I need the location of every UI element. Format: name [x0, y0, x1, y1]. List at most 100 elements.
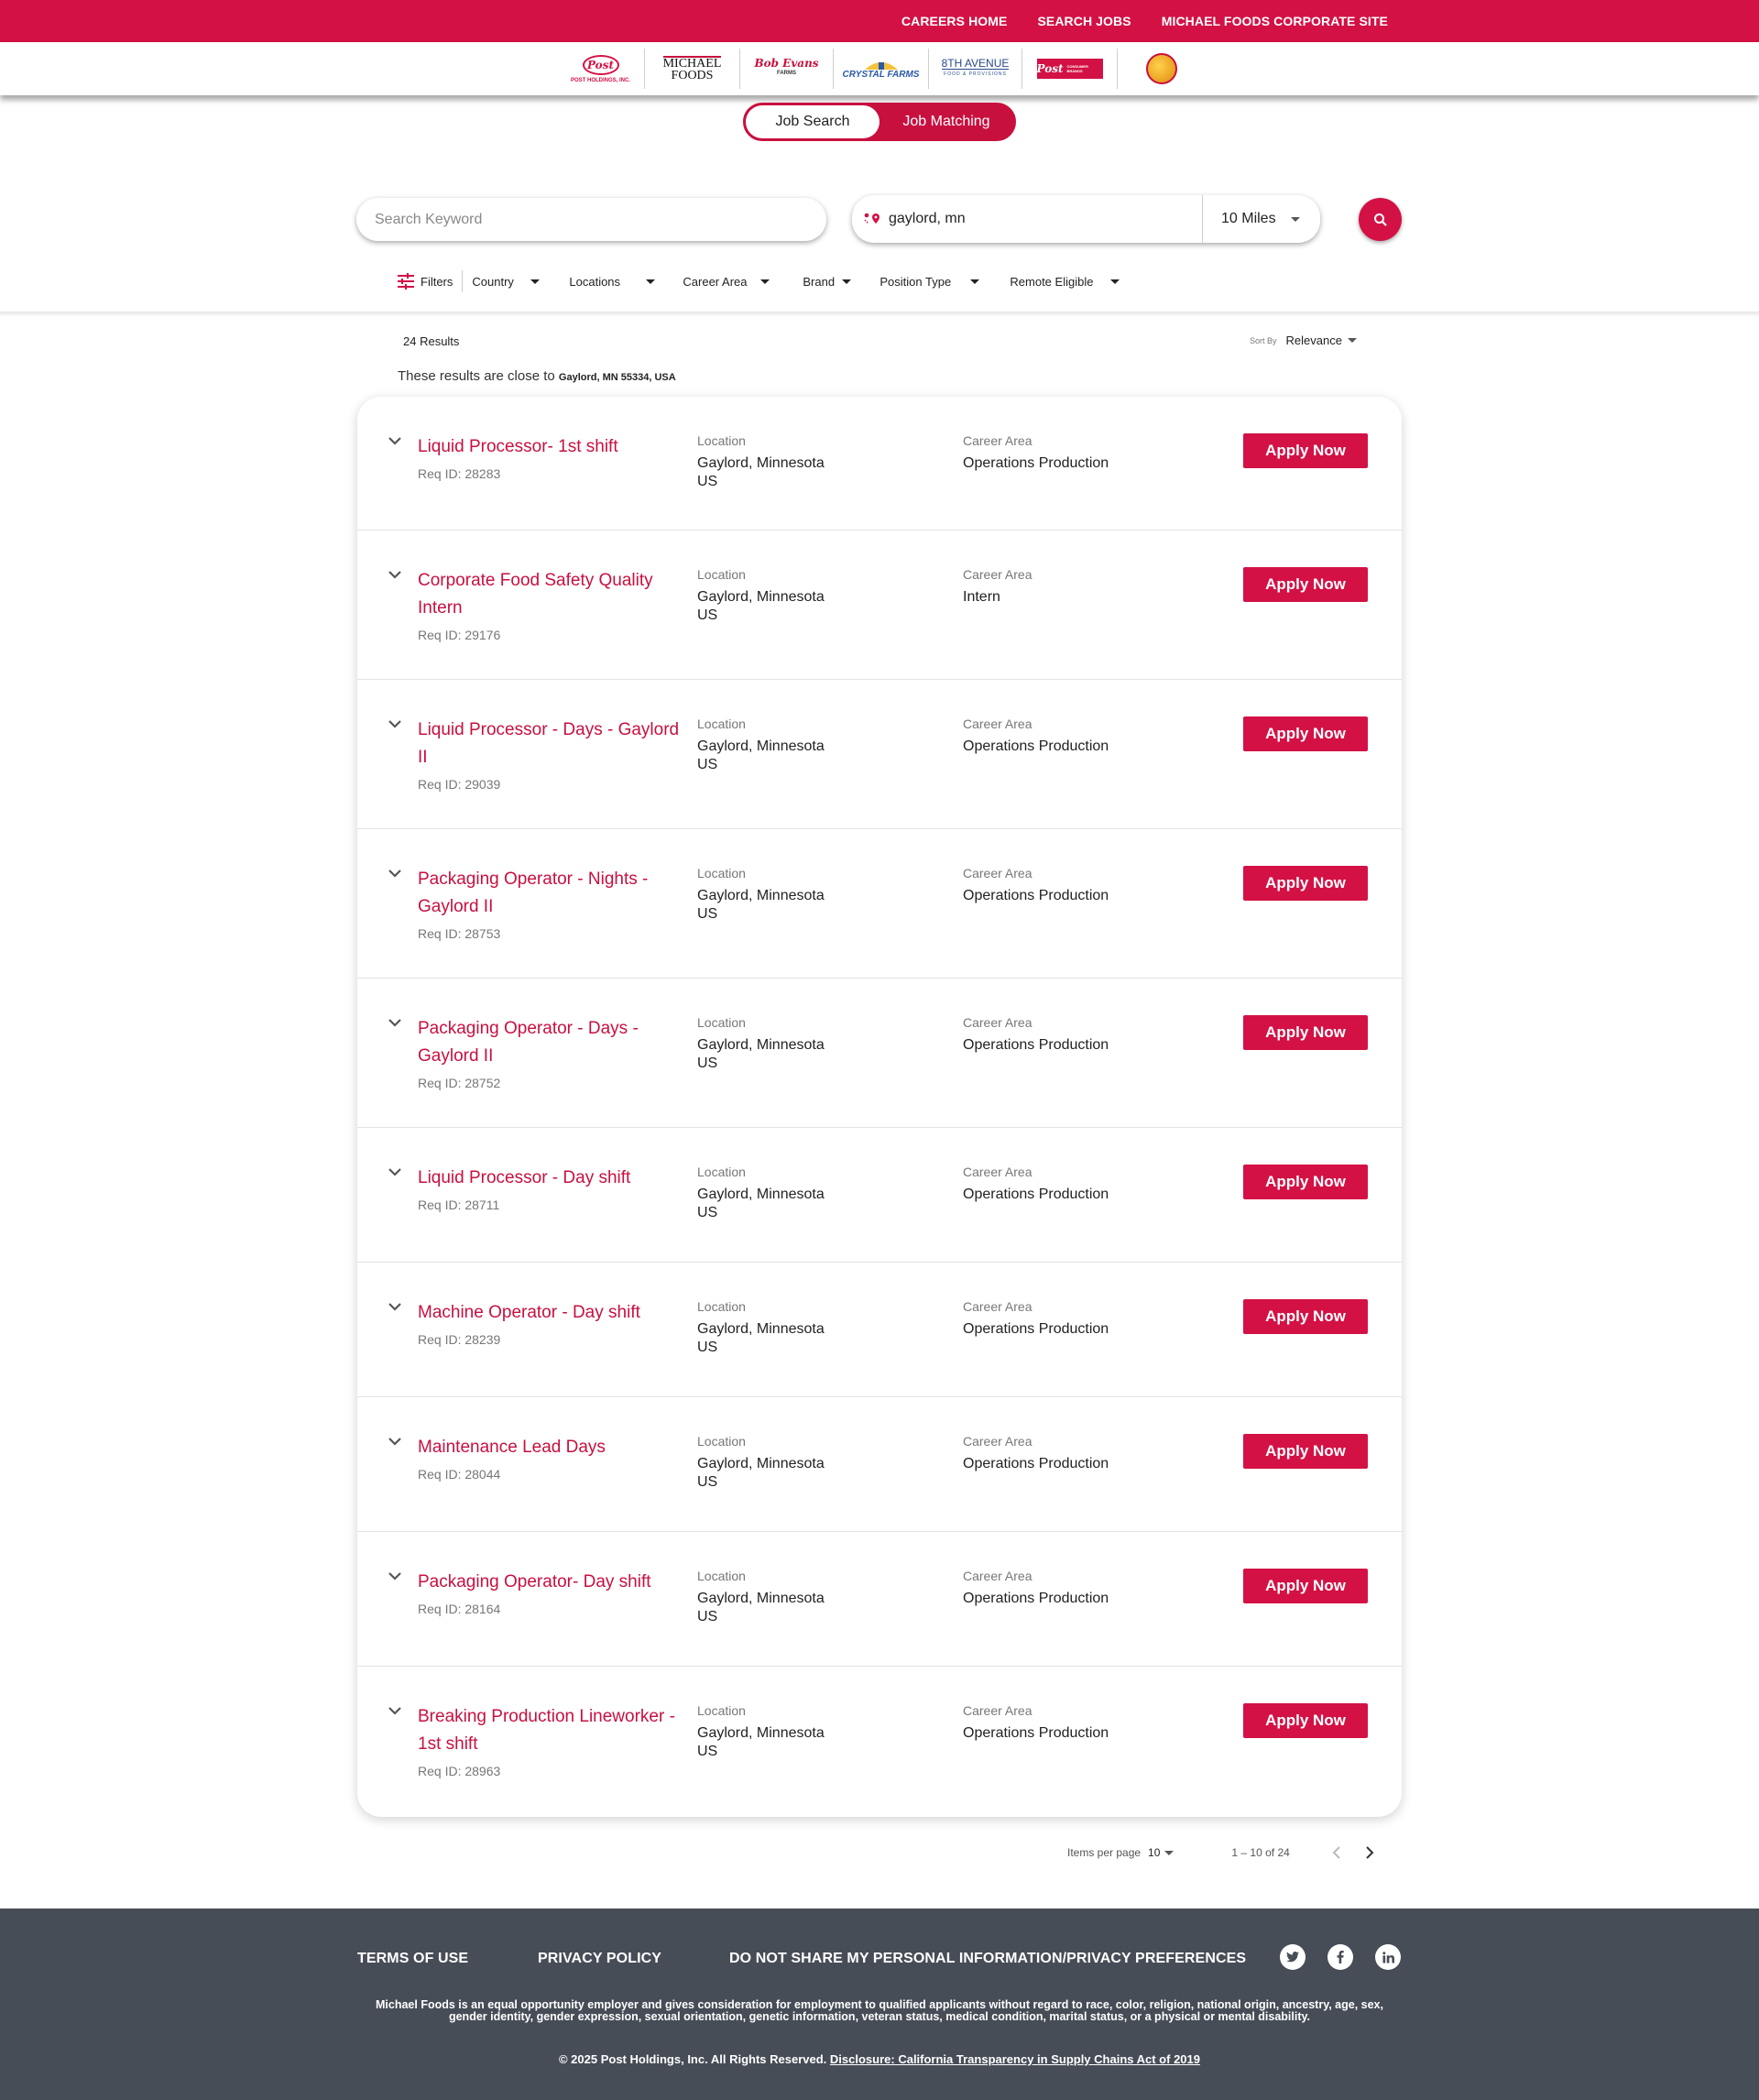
job-country: US: [697, 474, 718, 489]
job-country: US: [697, 607, 718, 623]
linkedin-icon[interactable]: [1375, 1944, 1401, 1970]
job-list: Liquid Processor- 1st shift Req ID: 2828…: [357, 397, 1402, 1817]
brand-8th-avenue-logo[interactable]: 8TH AVENUE FOOD & PROVISIONS: [929, 49, 1022, 89]
items-per-page-select[interactable]: Items per page 10: [1067, 1846, 1174, 1859]
chevron-down-icon[interactable]: [388, 567, 402, 582]
previous-page-icon[interactable]: [1330, 1845, 1343, 1860]
keyword-input[interactable]: [375, 211, 826, 228]
brand-post-consumer-logo[interactable]: Post CONSUMER BRANDS: [1022, 49, 1118, 89]
tab-job-matching[interactable]: Job Matching: [880, 105, 1013, 138]
brand-round-logo[interactable]: [1118, 49, 1206, 89]
sort-select[interactable]: Sort By Relevance: [1250, 334, 1357, 347]
tab-job-search[interactable]: Job Search: [746, 105, 880, 138]
top-nav-bar: CAREERS HOME SEARCH JOBS MICHAEL FOODS C…: [0, 0, 1759, 42]
copyright-text: © 2025 Post Holdings, Inc. All Rights Re…: [558, 2052, 827, 2066]
search-button[interactable]: [1359, 198, 1402, 241]
radius-select[interactable]: 10 Miles: [1203, 211, 1320, 227]
job-req-id: Req ID: 28283: [418, 466, 501, 481]
filter-remote-eligible[interactable]: Remote Eligible: [1010, 270, 1129, 292]
footer: TERMS OF USE PRIVACY POLICY DO NOT SHARE…: [0, 1909, 1759, 2100]
chevron-down-icon[interactable]: [388, 1299, 402, 1314]
apply-now-button[interactable]: Apply Now: [1243, 1569, 1368, 1603]
chevron-down-icon: [842, 279, 852, 284]
job-career-area: Operations Production: [963, 738, 1109, 754]
footer-do-not-share-link[interactable]: DO NOT SHARE MY PERSONAL INFORMATION/PRI…: [729, 1951, 1246, 1967]
brand-crystal-farms-logo[interactable]: CRYSTAL FARMS: [834, 49, 929, 89]
location-label: Location: [697, 1569, 746, 1583]
job-title[interactable]: Packaging Operator - Days - Gaylord II: [418, 1015, 683, 1070]
location-label: Location: [697, 567, 746, 582]
job-location: Gaylord, Minnesota: [697, 738, 825, 754]
job-career-area: Intern: [963, 589, 1000, 605]
apply-now-button[interactable]: Apply Now: [1243, 567, 1368, 602]
job-country: US: [697, 1474, 718, 1490]
nav-corporate-site[interactable]: MICHAEL FOODS CORPORATE SITE: [1162, 14, 1388, 28]
location-input[interactable]: [889, 211, 1164, 227]
footer-privacy-link[interactable]: PRIVACY POLICY: [538, 1951, 729, 1967]
keyword-search-box: [356, 198, 826, 241]
filter-brand-label: Brand: [803, 274, 836, 289]
location-search-box: 10 Miles: [852, 195, 1320, 243]
location-label: Location: [697, 716, 746, 731]
chevron-down-icon[interactable]: [388, 716, 402, 731]
career-area-label: Career Area: [963, 567, 1032, 582]
chevron-down-icon[interactable]: [388, 1015, 402, 1030]
job-title[interactable]: Liquid Processor - Day shift: [418, 1165, 683, 1192]
apply-now-button[interactable]: Apply Now: [1243, 1165, 1368, 1199]
apply-now-button[interactable]: Apply Now: [1243, 1434, 1368, 1469]
filter-position-type[interactable]: Position Type: [880, 270, 1010, 292]
nav-careers-home[interactable]: CAREERS HOME: [901, 14, 1008, 28]
filters-button[interactable]: Filters: [397, 270, 464, 292]
job-title[interactable]: Liquid Processor - Days - Gaylord II: [418, 716, 683, 771]
job-country: US: [697, 1340, 718, 1355]
facebook-icon[interactable]: [1327, 1944, 1353, 1970]
job-title[interactable]: Liquid Processor- 1st shift: [418, 433, 683, 461]
eeo-statement: Michael Foods is an equal opportunity em…: [376, 1998, 1383, 2023]
filter-bar: Filters Country Locations Career Area Br…: [397, 268, 1129, 294]
results-proximity-note: These results are close to Gaylord, MN 5…: [398, 368, 676, 384]
apply-now-button[interactable]: Apply Now: [1243, 1703, 1368, 1738]
disclosure-link[interactable]: Disclosure: California Transparency in S…: [830, 2052, 1200, 2066]
apply-now-button[interactable]: Apply Now: [1243, 716, 1368, 751]
job-title[interactable]: Packaging Operator - Nights - Gaylord II: [418, 866, 683, 921]
brand-post-holdings-logo[interactable]: Post POST HOLDINGS, INC.: [557, 49, 645, 89]
job-title[interactable]: Maintenance Lead Days: [418, 1434, 683, 1461]
twitter-icon[interactable]: [1280, 1944, 1306, 1970]
radius-value: 10 Miles: [1221, 211, 1276, 226]
job-country: US: [697, 757, 718, 772]
apply-now-button[interactable]: Apply Now: [1243, 1299, 1368, 1334]
apply-now-button[interactable]: Apply Now: [1243, 866, 1368, 901]
location-label: Location: [697, 1434, 746, 1449]
chevron-down-icon[interactable]: [388, 1569, 402, 1583]
next-page-icon[interactable]: [1363, 1845, 1376, 1860]
job-req-id: Req ID: 28044: [418, 1467, 501, 1482]
career-area-label: Career Area: [963, 1165, 1032, 1179]
career-area-label: Career Area: [963, 716, 1032, 731]
nav-search-jobs[interactable]: SEARCH JOBS: [1037, 14, 1131, 28]
brand-strip: Post POST HOLDINGS, INC. MICHAEL FOODS B…: [0, 42, 1759, 95]
job-title[interactable]: Packaging Operator- Day shift: [418, 1569, 683, 1596]
career-area-label: Career Area: [963, 1015, 1032, 1030]
brand-michael-foods-logo[interactable]: MICHAEL FOODS: [645, 49, 740, 89]
chevron-down-icon[interactable]: [388, 433, 402, 448]
job-title[interactable]: Corporate Food Safety Quality Intern: [418, 567, 683, 622]
filter-country[interactable]: Country: [472, 270, 569, 292]
apply-now-button[interactable]: Apply Now: [1243, 433, 1368, 468]
filter-position-type-label: Position Type: [880, 274, 952, 289]
chevron-down-icon[interactable]: [388, 1165, 402, 1179]
chevron-down-icon[interactable]: [388, 866, 402, 880]
job-title[interactable]: Machine Operator - Day shift: [418, 1299, 683, 1327]
footer-terms-link[interactable]: TERMS OF USE: [357, 1951, 538, 1967]
filter-brand[interactable]: Brand: [803, 270, 880, 292]
filter-career-area[interactable]: Career Area: [683, 270, 803, 292]
chevron-down-icon[interactable]: [388, 1703, 402, 1718]
apply-now-button[interactable]: Apply Now: [1243, 1015, 1368, 1050]
search-icon: [1373, 213, 1387, 226]
job-req-id: Req ID: 28711: [418, 1198, 500, 1212]
brand-bob-evans-logo[interactable]: Bob Evans FARMS: [740, 49, 834, 89]
job-title[interactable]: Breaking Production Lineworker - 1st shi…: [418, 1703, 683, 1758]
filter-locations-label: Locations: [569, 274, 621, 289]
location-field: [852, 195, 1203, 243]
filter-locations[interactable]: Locations: [569, 270, 683, 292]
chevron-down-icon[interactable]: [388, 1434, 402, 1449]
